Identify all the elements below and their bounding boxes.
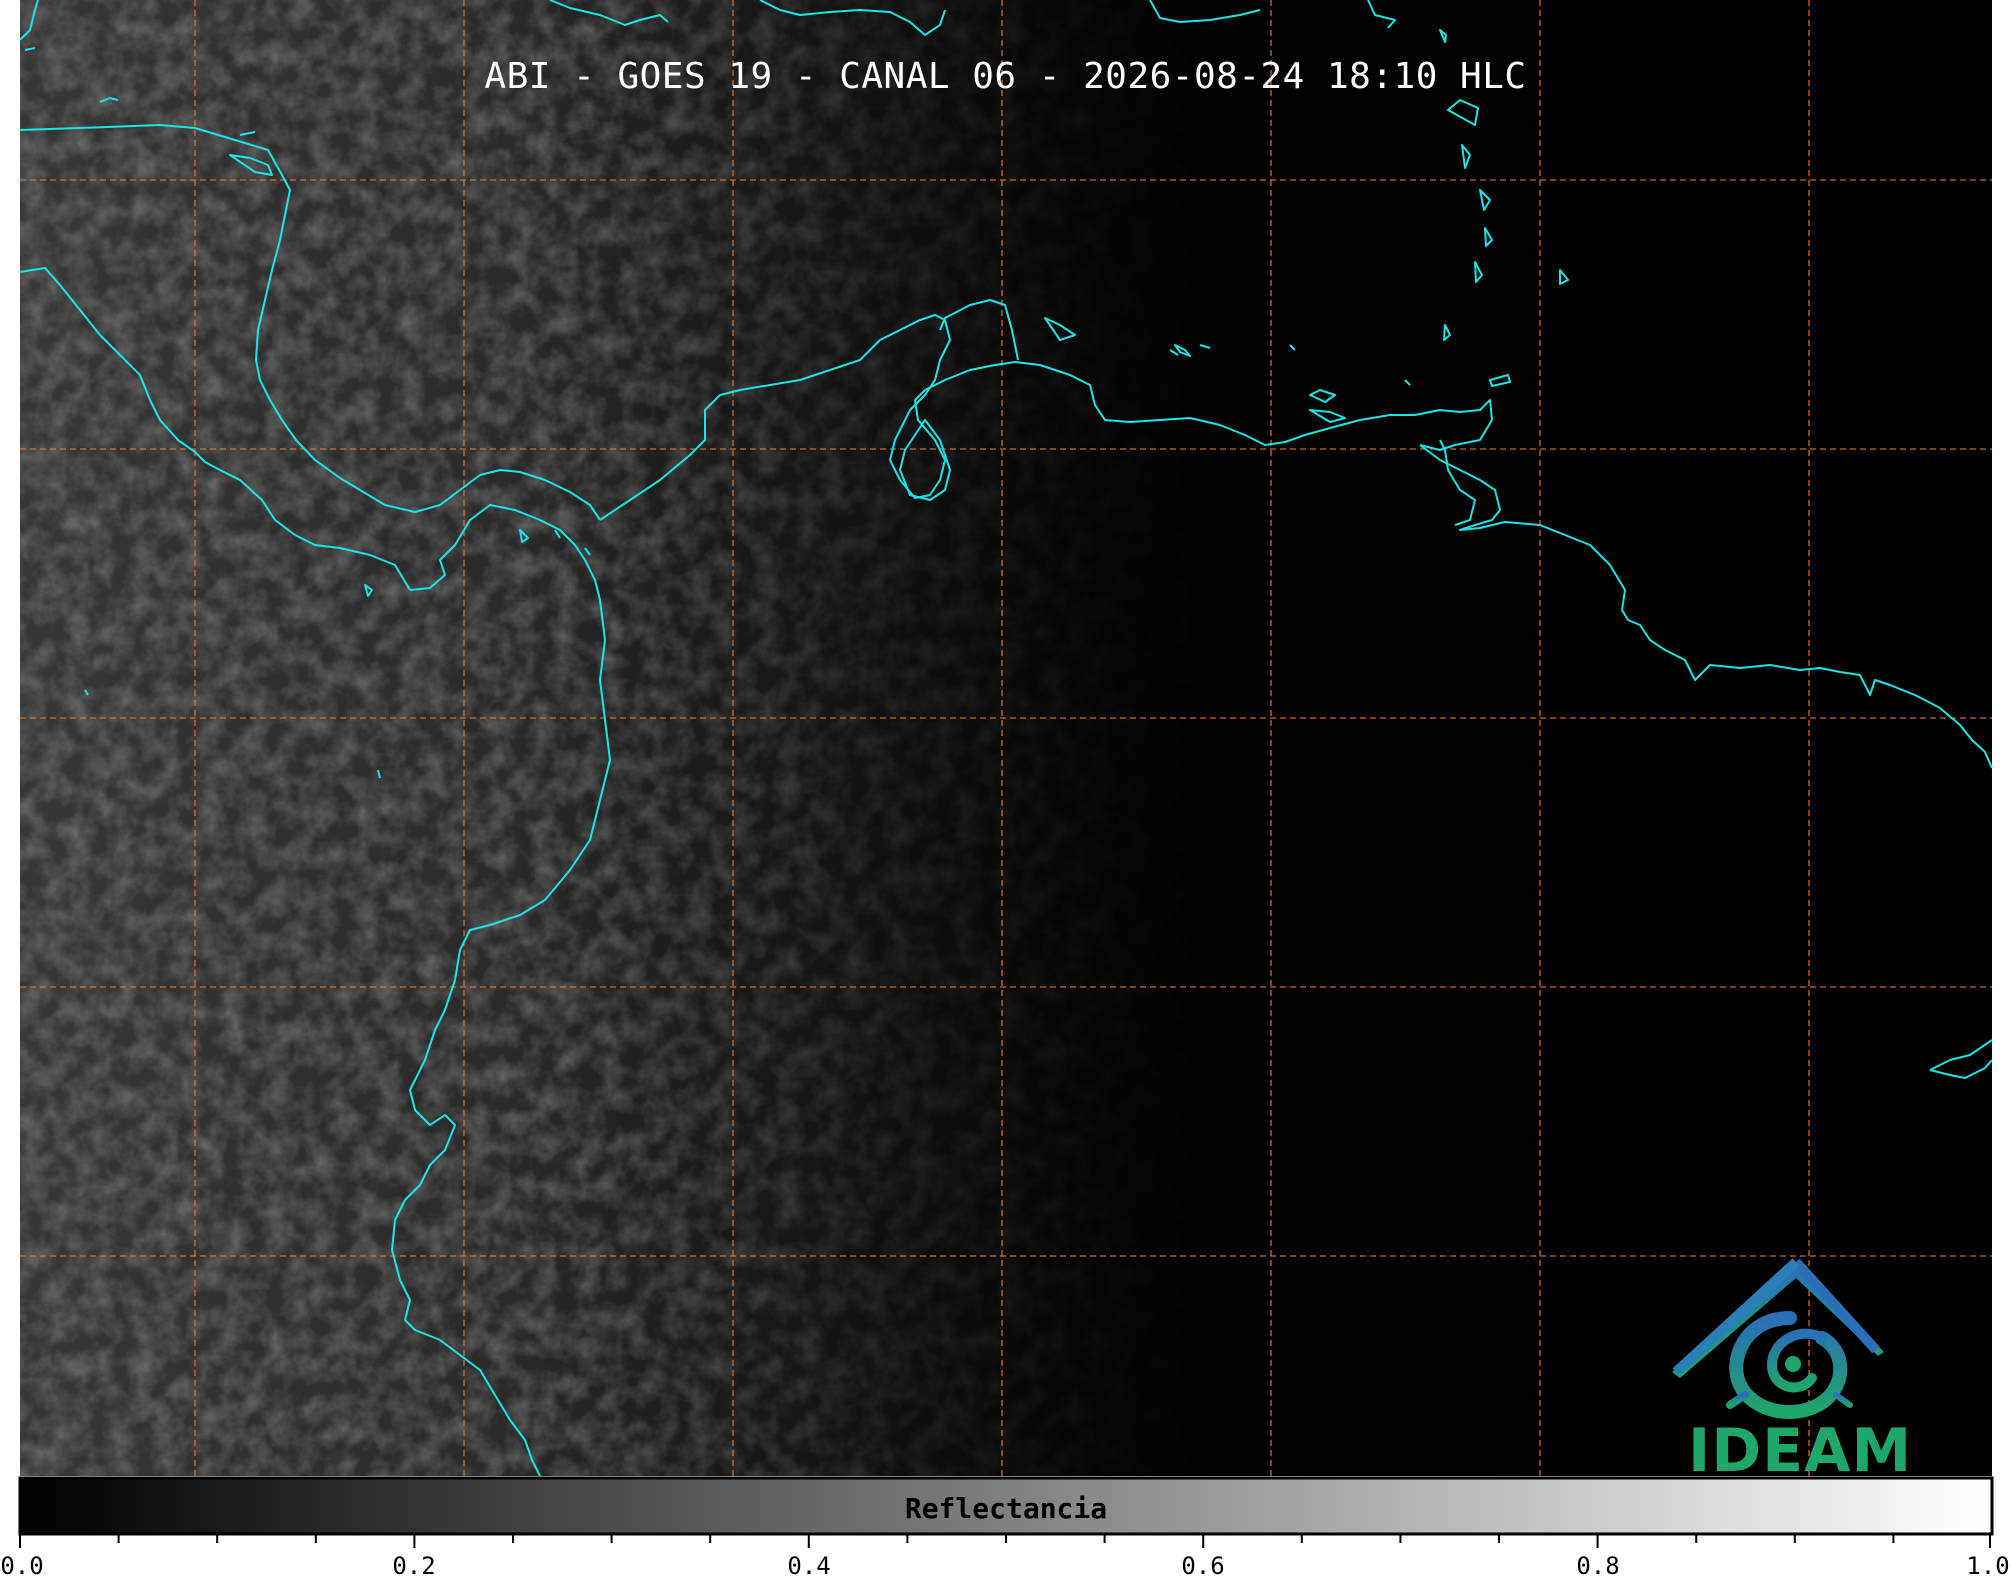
- colorbar-tick-label: 0.0: [0, 1552, 44, 1580]
- cloud-texture: [20, 0, 1992, 1476]
- colorbar-tick-label: 0.2: [392, 1552, 436, 1580]
- colorbar-tick-label: 0.4: [787, 1552, 831, 1580]
- colorbar-tick-label: 0.6: [1181, 1552, 1225, 1580]
- colorbar-ticks: [19, 1534, 1991, 1548]
- map-title: ABI - GOES 19 - CANAL 06 - 2026-08-24 18…: [484, 56, 1527, 97]
- colorbar-tick-label: 1.0: [1966, 1552, 2010, 1580]
- logo-text: IDEAM: [1688, 1416, 1913, 1486]
- colorbar-tick-label: 0.8: [1576, 1552, 1620, 1580]
- colorbar-label: Reflectancia: [904, 1492, 1108, 1525]
- satellite-map: [18, 0, 1994, 1548]
